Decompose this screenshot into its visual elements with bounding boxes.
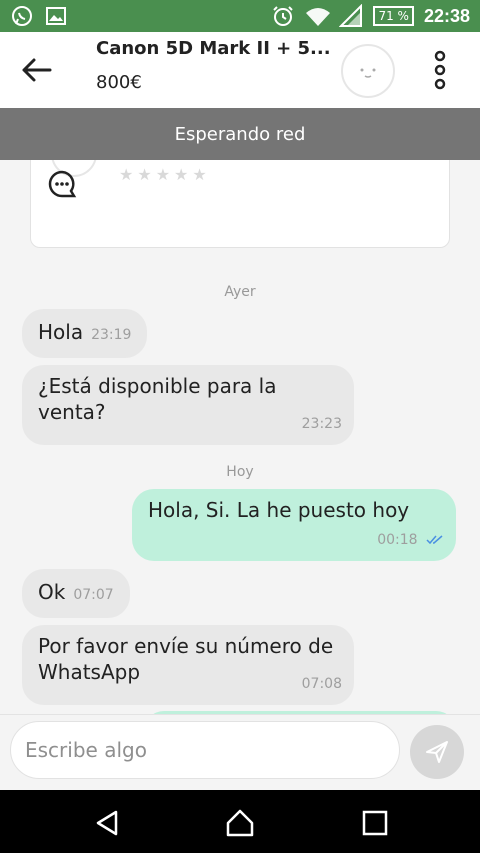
message-incoming[interactable]: Por favor envíe su número de WhatsApp 07… xyxy=(22,625,354,705)
network-status-banner: Esperando red xyxy=(0,108,480,160)
day-separator: Hoy xyxy=(226,464,254,480)
message-text: ¿Está disponible para la venta? xyxy=(38,374,277,424)
nav-back-button[interactable] xyxy=(92,808,122,838)
chat-area[interactable]: ★★★★★ Ayer Hola 23:19 ¿Está disponible pa… xyxy=(0,160,480,714)
message-time: 00:18 xyxy=(377,527,444,553)
seller-card[interactable]: ★★★★★ xyxy=(30,160,450,248)
message-incoming[interactable]: Ok 07:07 xyxy=(22,569,130,618)
message-composer xyxy=(0,714,480,790)
message-text: Por favor envíe su número de WhatsApp xyxy=(38,634,334,684)
back-arrow-icon xyxy=(22,58,52,82)
whatsapp-icon xyxy=(10,4,34,28)
product-title[interactable]: Canon 5D Mark II + 5... xyxy=(96,38,336,59)
message-time-value: 00:18 xyxy=(377,532,418,548)
nav-recents-icon xyxy=(362,810,388,836)
avatar-face-icon xyxy=(360,68,376,78)
clock: 22:38 xyxy=(423,5,470,26)
message-outgoing[interactable]: Hola, Si. La he puesto hoy 00:18 xyxy=(132,489,456,561)
message-text: Ok xyxy=(38,580,66,604)
product-price: 800€ xyxy=(96,72,142,93)
nav-home-button[interactable] xyxy=(225,808,255,838)
message-time: 23:19 xyxy=(91,327,132,343)
star-icon: ★ xyxy=(192,165,211,184)
image-icon xyxy=(44,4,68,28)
rating-stars: ★★★★★ xyxy=(119,165,211,184)
star-icon: ★ xyxy=(174,165,193,184)
back-button[interactable] xyxy=(18,52,54,88)
star-icon: ★ xyxy=(119,165,138,184)
message-time: 07:08 xyxy=(301,676,342,692)
message-input[interactable] xyxy=(10,721,400,779)
more-options-button[interactable] xyxy=(424,48,456,92)
status-bar: 71 % 22:38 xyxy=(0,0,480,32)
nav-recents-button[interactable] xyxy=(360,808,390,838)
message-incoming[interactable]: ¿Está disponible para la venta? 23:23 xyxy=(22,365,354,445)
message-incoming[interactable]: Hola 23:19 xyxy=(22,309,148,358)
chat-bubble-icon[interactable] xyxy=(47,169,77,199)
signal-icon xyxy=(339,3,363,28)
send-icon xyxy=(426,741,448,763)
day-separator: Ayer xyxy=(224,284,256,300)
message-text: Hola, Si. La he puesto hoy xyxy=(148,498,410,522)
send-button[interactable] xyxy=(410,725,464,779)
read-ticks-icon xyxy=(426,535,443,545)
nav-back-icon xyxy=(96,810,118,836)
message-text: Hola xyxy=(38,320,84,344)
battery-icon: 71 % xyxy=(373,6,414,26)
star-icon: ★ xyxy=(137,165,156,184)
star-icon: ★ xyxy=(155,165,175,184)
system-nav-bar xyxy=(0,790,480,853)
message-time: 07:07 xyxy=(73,587,114,603)
nav-home-icon xyxy=(226,809,254,837)
wifi-icon xyxy=(305,4,331,28)
more-vert-icon xyxy=(434,50,446,90)
message-time: 23:23 xyxy=(301,416,342,432)
seller-avatar[interactable] xyxy=(341,44,395,98)
alarm-icon xyxy=(271,4,295,28)
app-bar: Canon 5D Mark II + 5... 800€ xyxy=(0,32,480,108)
